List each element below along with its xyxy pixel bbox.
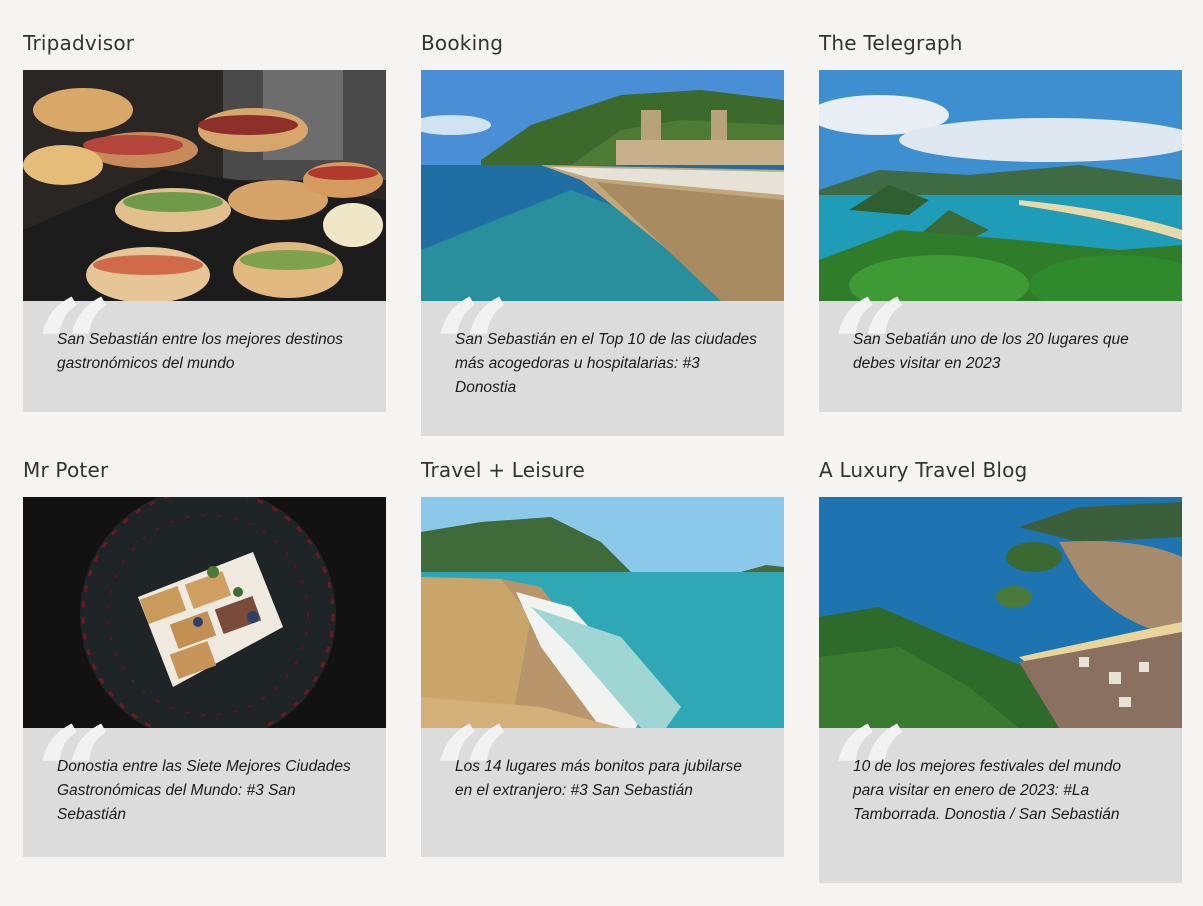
press-card[interactable]: The Telegraph “ San Sebatián uno de los …	[819, 30, 1182, 413]
photo-graphic	[23, 70, 386, 301]
quote-text: San Sebastián en el Top 10 de las ciudad…	[455, 331, 757, 396]
quote-text: Los 14 lugares más bonitos para jubilars…	[455, 758, 742, 799]
source-title: Mr Poter	[23, 458, 109, 482]
quote-box: “ San Sebastián en el Top 10 de las ciud…	[421, 283, 784, 436]
quote-box: “ 10 de los mejores festivales del mundo…	[819, 710, 1182, 883]
source-title: The Telegraph	[819, 31, 963, 55]
press-card[interactable]: Booking “ San Sebastián en el Top 10 de …	[421, 30, 784, 436]
beach-photo[interactable]	[421, 497, 784, 728]
photo-graphic	[23, 497, 386, 728]
photo-graphic	[421, 70, 784, 301]
press-card[interactable]: Travel + Leisure “ Los 14 lugares más bo…	[421, 457, 784, 863]
bay-aerial-photo[interactable]	[819, 70, 1182, 301]
city-aerial-photo[interactable]	[819, 497, 1182, 728]
quote-box: “ San Sebastián entre los mejores destin…	[23, 283, 386, 413]
quote-box: “ Donostia entre las Siete Mejores Ciuda…	[23, 710, 386, 857]
press-card[interactable]: Mr Poter “ Donostia entre las Siete Mejo…	[23, 457, 386, 863]
quote-text: Donostia entre las Siete Mejores Ciudade…	[57, 758, 351, 823]
quote-text: San Sebatián uno de los 20 lugares que d…	[853, 331, 1129, 372]
source-title: Tripadvisor	[23, 31, 135, 55]
quote-box: “ San Sebatián uno de los 20 lugares que…	[819, 283, 1182, 413]
source-title: Booking	[421, 31, 504, 55]
pintxos-food-photo[interactable]	[23, 70, 386, 301]
press-grid: Tripadvisor “ San Sebastián entre los me…	[0, 0, 1203, 906]
quote-box: “ Los 14 lugares más bonitos para jubila…	[421, 710, 784, 857]
photo-graphic	[819, 497, 1182, 728]
quote-text: San Sebastián entre los mejores destinos…	[57, 331, 344, 372]
source-title: Travel + Leisure	[421, 458, 585, 482]
press-card[interactable]: Tripadvisor “ San Sebastián entre los me…	[23, 30, 386, 413]
quote-text: 10 de los mejores festivales del mundo p…	[853, 758, 1121, 823]
photo-graphic	[421, 497, 784, 728]
plated-dish-photo[interactable]	[23, 497, 386, 728]
seafront-promenade-photo[interactable]	[421, 70, 784, 301]
photo-graphic	[819, 70, 1182, 301]
press-card[interactable]: A Luxury Travel Blog “ 10 de los mejores…	[819, 457, 1182, 889]
source-title: A Luxury Travel Blog	[819, 458, 1028, 482]
